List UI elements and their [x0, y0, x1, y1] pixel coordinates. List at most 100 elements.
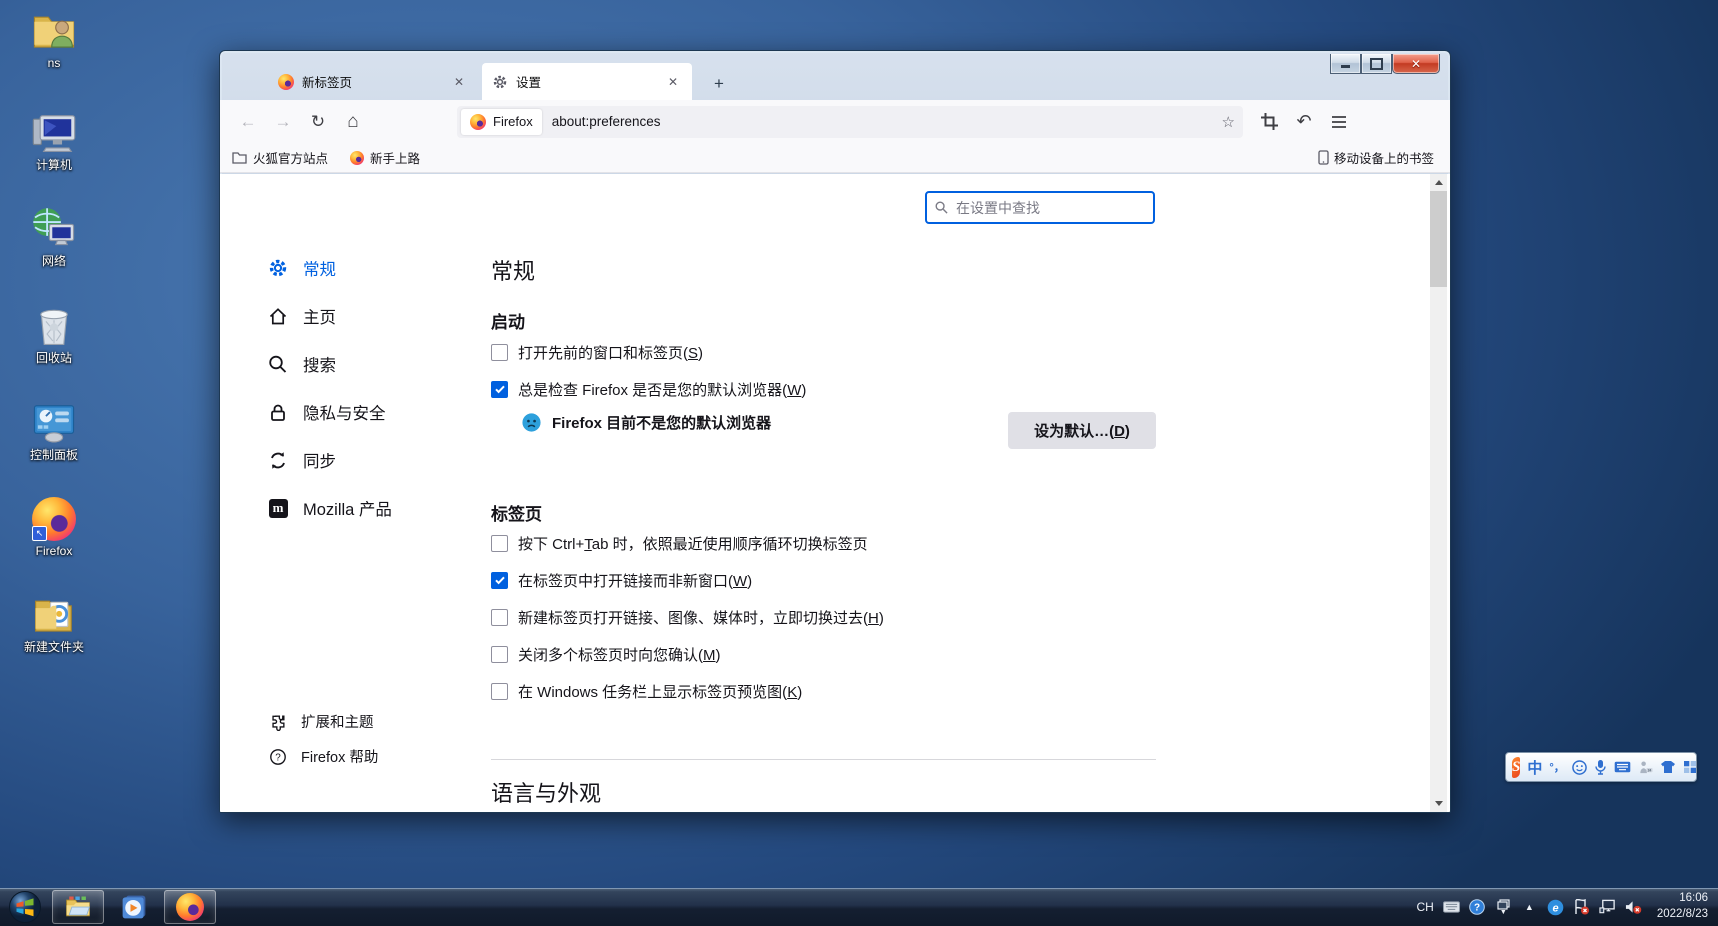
folder-icon	[232, 152, 247, 164]
ime-mode-button[interactable]: 中	[1527, 757, 1542, 778]
mobile-bookmarks[interactable]: 移动设备上的书签	[1318, 148, 1434, 167]
default-browser-notice: Firefox 目前不是您的默认浏览器	[521, 412, 771, 433]
new-tab-button[interactable]: +	[706, 71, 732, 97]
desktop-icon-label: 计算机	[35, 158, 72, 172]
set-default-button[interactable]: 设为默认…(D)	[1008, 412, 1156, 449]
taskbar-explorer-button[interactable]	[52, 890, 104, 924]
desktop-icon-recycle-bin[interactable]: 回收站	[8, 303, 100, 366]
start-button[interactable]	[8, 890, 42, 924]
sidebar-item-firefox-help[interactable]: ? Firefox 帮助	[268, 739, 478, 774]
checkbox[interactable]	[491, 608, 508, 626]
desktop-icon-new-folder[interactable]: 新建文件夹	[8, 592, 100, 655]
smiley-icon[interactable]	[1571, 759, 1587, 775]
help-icon[interactable]: ?	[1469, 899, 1486, 916]
undo-icon[interactable]: ↶	[1290, 108, 1318, 136]
keyboard-icon[interactable]	[1442, 899, 1460, 916]
desktop-icon-network[interactable]: 网络	[8, 206, 100, 269]
sogou-logo-icon[interactable]: S	[1512, 756, 1521, 778]
home-button[interactable]: ⌂	[339, 108, 367, 136]
pref-label: 关闭多个标签页时向您确认(M)	[518, 646, 721, 664]
sidebar-item-home[interactable]: 主页	[268, 292, 478, 340]
maximize-button[interactable]	[1361, 54, 1392, 74]
taskbar-firefox-button[interactable]	[164, 890, 216, 924]
url-bar[interactable]: Firefox about:preferences ☆	[457, 105, 1243, 138]
desktop-icon-label: 控制面板	[29, 448, 78, 462]
language-appearance-heading: 语言与外观	[491, 781, 602, 806]
back-button[interactable]: ←	[234, 108, 262, 136]
desktop-icon-computer[interactable]: 计算机	[8, 110, 100, 173]
pref-label: 总是检查 Firefox 是否是您的默认浏览器(W)	[518, 381, 807, 399]
pref-confirm-close-tabs[interactable]: 关闭多个标签页时向您确认(M)	[491, 643, 721, 665]
keyboard-icon[interactable]	[1614, 761, 1631, 773]
scrollbar-thumb[interactable]	[1430, 191, 1447, 287]
bookmark-folder-firefox-official[interactable]: 火狐官方站点	[232, 148, 328, 167]
pref-open-in-tabs[interactable]: 在标签页中打开链接而非新窗口(W)	[491, 569, 752, 591]
mic-icon[interactable]	[1594, 759, 1607, 775]
close-button[interactable]: ✕	[1392, 54, 1440, 74]
desktop-icon-control-panel[interactable]: 控制面板	[8, 400, 100, 463]
menu-icon[interactable]	[1325, 108, 1353, 136]
screenshot-crop-icon[interactable]	[1255, 108, 1283, 136]
vertical-scrollbar[interactable]	[1430, 174, 1447, 812]
reload-button[interactable]: ↻	[304, 108, 332, 136]
settings-page: 常规 主页 搜索 隐私	[220, 174, 1450, 812]
mozilla-icon: m	[268, 498, 288, 518]
forward-button[interactable]: →	[269, 108, 297, 136]
bookmark-star-icon[interactable]: ☆	[1222, 113, 1235, 131]
home-icon	[268, 306, 288, 326]
desktop-icon-label: ns	[47, 56, 61, 70]
scroll-up-arrow[interactable]	[1430, 174, 1447, 191]
taskbar-media-player-button[interactable]	[112, 890, 156, 924]
skin-icon[interactable]	[1660, 760, 1676, 774]
gear-icon	[268, 258, 288, 278]
sidebar-item-mozilla-products[interactable]: m Mozilla 产品	[268, 484, 478, 532]
checkbox[interactable]	[491, 645, 508, 663]
handwriting-icon[interactable]: 24	[1638, 760, 1653, 775]
language-indicator[interactable]: CH	[1416, 900, 1433, 914]
pref-ctrl-tab-cycle[interactable]: 按下 Ctrl+Tab 时，依照最近使用顺序循环切换标签页	[491, 532, 868, 554]
sidebar-item-privacy[interactable]: 隐私与安全	[268, 388, 478, 436]
minimize-button[interactable]	[1330, 54, 1361, 74]
desktop-icon-ns[interactable]: ns	[8, 8, 100, 71]
sidebar-item-extensions[interactable]: 扩展和主题	[268, 704, 478, 739]
ie-icon[interactable]: e	[1547, 899, 1564, 916]
pref-restore-session[interactable]: 打开先前的窗口和标签页(S)	[491, 341, 703, 363]
pref-switch-to-new-tab[interactable]: 新建标签页打开链接、图像、媒体时，立即切换过去(H)	[491, 606, 884, 628]
desktop-icon-label: 回收站	[35, 351, 72, 365]
window-titlebar[interactable]: 新标签页 ✕ 设置 ✕ + ✕	[220, 51, 1450, 100]
tab-close-icon[interactable]: ✕	[450, 73, 468, 91]
show-hidden-icon[interactable]: ▲	[1521, 899, 1538, 916]
shortcut-arrow-icon: ↖	[32, 526, 47, 541]
ime-punctuation-button[interactable]: °，	[1549, 759, 1564, 775]
action-center-icon[interactable]	[1573, 899, 1590, 916]
url-text[interactable]: about:preferences	[552, 114, 1222, 129]
toolbox-icon[interactable]	[1683, 760, 1697, 774]
sidebar-item-search[interactable]: 搜索	[268, 340, 478, 388]
desktop: ns 计算机 网络 回收站 控制面板 ↖ Firefox 新建文件夹 新标签页 …	[0, 0, 1718, 926]
checkbox[interactable]	[491, 682, 508, 700]
tab-settings[interactable]: 设置 ✕	[482, 63, 692, 100]
pref-label: 在标签页中打开链接而非新窗口(W)	[518, 572, 753, 590]
tab-new-tab[interactable]: 新标签页 ✕	[268, 63, 478, 100]
checkbox[interactable]	[491, 534, 508, 552]
user-folder-icon	[31, 8, 77, 54]
checkbox[interactable]	[491, 380, 508, 398]
firefox-window: 新标签页 ✕ 设置 ✕ + ✕ ← → ↻ ⌂ Firefox about:pr…	[219, 50, 1451, 813]
computer-icon	[31, 110, 77, 156]
lock-icon	[268, 402, 288, 422]
checkbox[interactable]	[491, 343, 508, 361]
volume-muted-icon[interactable]	[1625, 899, 1642, 916]
sidebar-item-sync[interactable]: 同步	[268, 436, 478, 484]
desktop-icon-firefox[interactable]: ↖ Firefox	[8, 496, 100, 559]
checkbox[interactable]	[491, 571, 508, 589]
scroll-down-arrow[interactable]	[1430, 795, 1447, 812]
bookmark-getting-started[interactable]: 新手上路	[350, 148, 420, 167]
sidebar-item-general[interactable]: 常规	[268, 244, 478, 292]
tab-close-icon[interactable]: ✕	[664, 73, 682, 91]
site-identity-chip[interactable]: Firefox	[461, 108, 542, 135]
taskbar-clock[interactable]: 16:06 2022/8/23	[1657, 891, 1708, 922]
pref-check-default[interactable]: 总是检查 Firefox 是否是您的默认浏览器(W)	[491, 378, 806, 400]
network-icon[interactable]	[1599, 899, 1616, 916]
window-switcher-icon[interactable]: ▼	[1495, 896, 1512, 918]
pref-taskbar-previews[interactable]: 在 Windows 任务栏上显示标签页预览图(K)	[491, 680, 802, 702]
